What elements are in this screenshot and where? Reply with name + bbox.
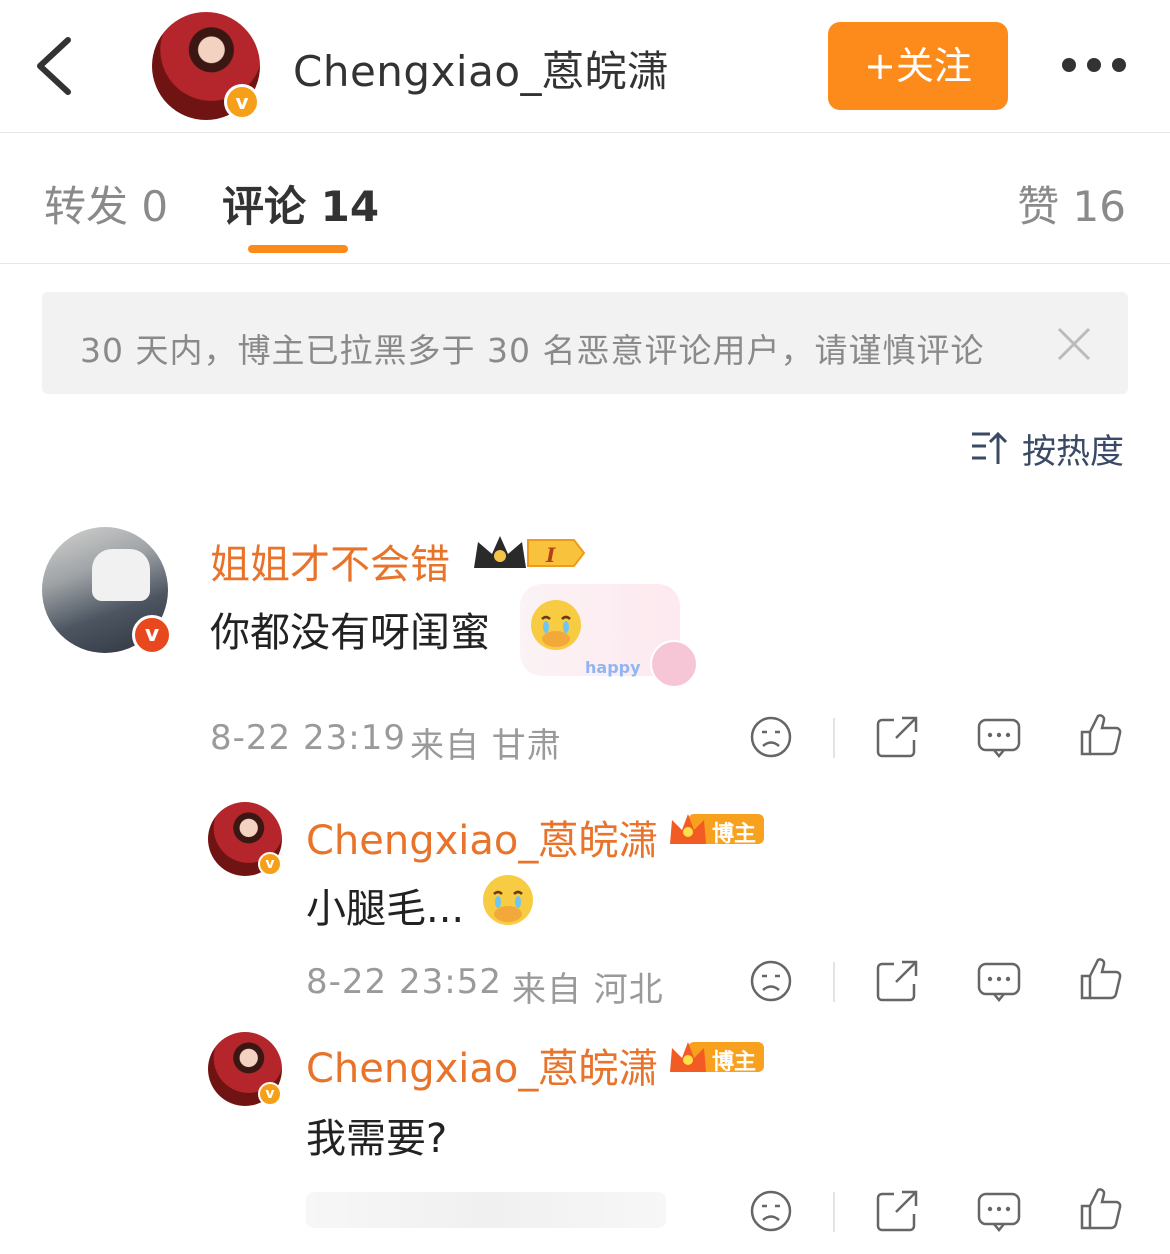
action-divider: [833, 962, 835, 1002]
crown-level-icon: I: [474, 536, 586, 568]
reply-comment-icon[interactable]: [976, 714, 1022, 760]
close-icon: [1057, 327, 1091, 361]
sort-button[interactable]: 按热度: [970, 424, 1126, 472]
action-divider: [833, 1192, 835, 1232]
dislike-face-icon[interactable]: [748, 1188, 794, 1234]
reply-author-name[interactable]: Chengxiao_蒽皖潇: [306, 808, 658, 866]
close-notice-button[interactable]: [1056, 326, 1092, 362]
more-dots-icon: [1062, 58, 1076, 72]
reply-text: 小腿毛...: [306, 886, 465, 932]
svg-text:I: I: [545, 543, 556, 567]
sort-label: 按热度: [1022, 432, 1124, 472]
dislike-face-icon[interactable]: [748, 714, 794, 760]
back-button[interactable]: [30, 30, 82, 102]
top-bar: v Chengxiao_蒽皖潇 +关注: [0, 0, 1170, 133]
obscured-meta: [306, 1192, 666, 1228]
blogger-badge-label: 博主: [712, 1050, 757, 1075]
verified-badge-icon: v: [224, 84, 260, 120]
sort-icon: [972, 431, 1008, 464]
reply-text: 我需要?: [306, 1116, 448, 1162]
page-title[interactable]: Chengxiao_蒽皖潇: [293, 38, 670, 99]
notice-text: 30 天内，博主已拉黑多于 30 名恶意评论用户，请谨慎评论: [80, 331, 985, 370]
tab-likes[interactable]: 赞 16: [1017, 173, 1126, 234]
verified-badge-icon: v: [258, 1082, 282, 1106]
crying-cover-mouth-emoji-icon: [483, 875, 533, 925]
reply-author-name[interactable]: Chengxiao_蒽皖潇: [306, 1036, 658, 1094]
crying-cover-mouth-emoji-icon: [531, 600, 581, 650]
reply-comment-icon[interactable]: [976, 1188, 1022, 1234]
tab-bar: 转发 0 评论 14 赞 16: [0, 133, 1170, 264]
follow-button[interactable]: +关注: [828, 22, 1008, 110]
reply-time: 8-22 23:52: [306, 962, 502, 1002]
verified-badge-icon: v: [132, 615, 172, 655]
comment-location: 来自 甘肃: [410, 726, 562, 766]
share-icon[interactable]: [874, 958, 920, 1004]
blogger-badge-label: 博主: [712, 822, 757, 847]
reply-comment-icon[interactable]: [976, 958, 1022, 1004]
share-icon[interactable]: [874, 714, 920, 760]
commenter-name[interactable]: 姐姐才不会错: [210, 532, 450, 590]
dislike-face-icon[interactable]: [748, 958, 794, 1004]
tab-comments[interactable]: 评论 14: [222, 173, 379, 234]
notice-banner: 30 天内，博主已拉黑多于 30 名恶意评论用户，请谨慎评论: [42, 292, 1128, 394]
like-thumb-icon[interactable]: [1078, 956, 1124, 1002]
reply-location: 来自 河北: [512, 970, 664, 1010]
share-icon[interactable]: [874, 1188, 920, 1234]
comment-text: 你都没有呀闺蜜: [210, 610, 490, 656]
bubble-pendant-decoration: [650, 640, 698, 688]
action-divider: [833, 718, 835, 758]
more-button[interactable]: [1056, 40, 1132, 90]
like-thumb-icon[interactable]: [1078, 1186, 1124, 1232]
comment-time: 8-22 23:19: [210, 718, 406, 758]
like-thumb-icon[interactable]: [1078, 712, 1124, 758]
happy-decoration-tag: happy: [585, 658, 641, 677]
chevron-left-icon: [37, 37, 71, 95]
active-tab-indicator: [248, 245, 348, 253]
tab-repost[interactable]: 转发 0: [44, 173, 168, 234]
verified-badge-icon: v: [258, 852, 282, 876]
